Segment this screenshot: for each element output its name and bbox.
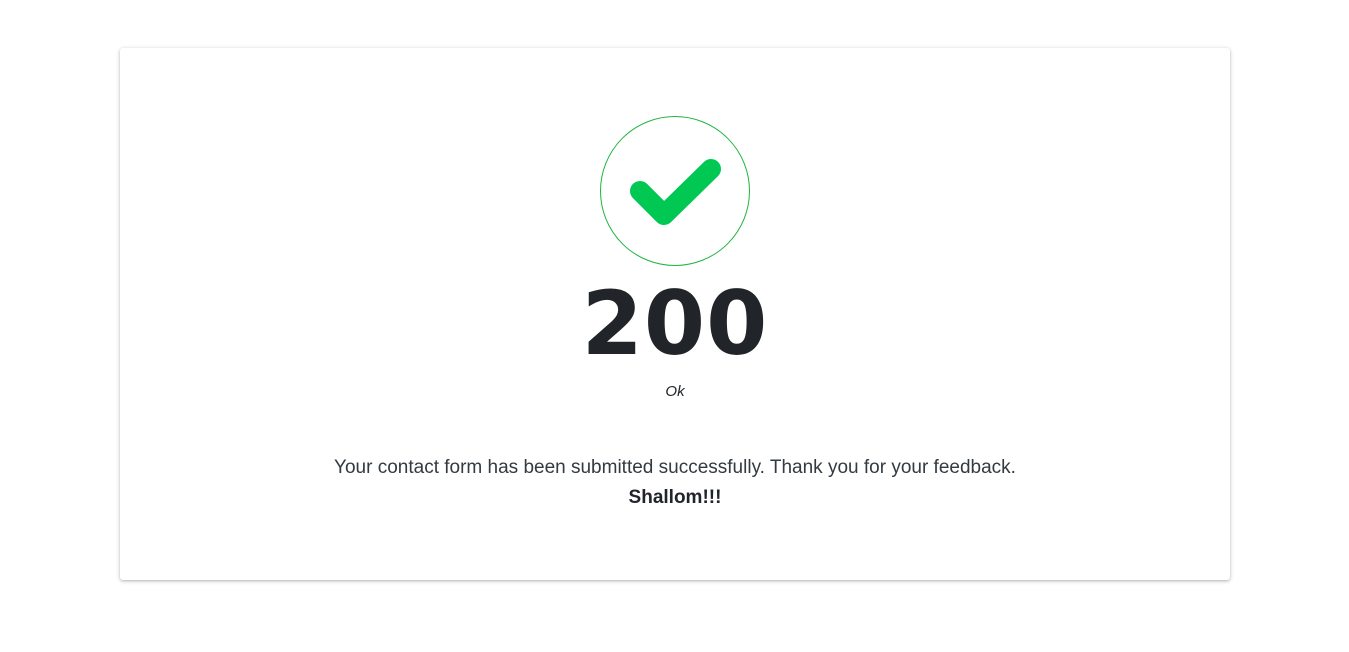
success-card: 200 Ok Your contact form has been submit… bbox=[120, 48, 1230, 580]
success-icon-circle bbox=[600, 116, 750, 266]
success-message: Your contact form has been submitted suc… bbox=[334, 457, 1016, 478]
status-text: Ok bbox=[665, 383, 685, 400]
check-icon bbox=[630, 159, 721, 225]
status-code: 200 bbox=[581, 272, 769, 375]
signoff-text: Shallom!!! bbox=[628, 487, 722, 508]
